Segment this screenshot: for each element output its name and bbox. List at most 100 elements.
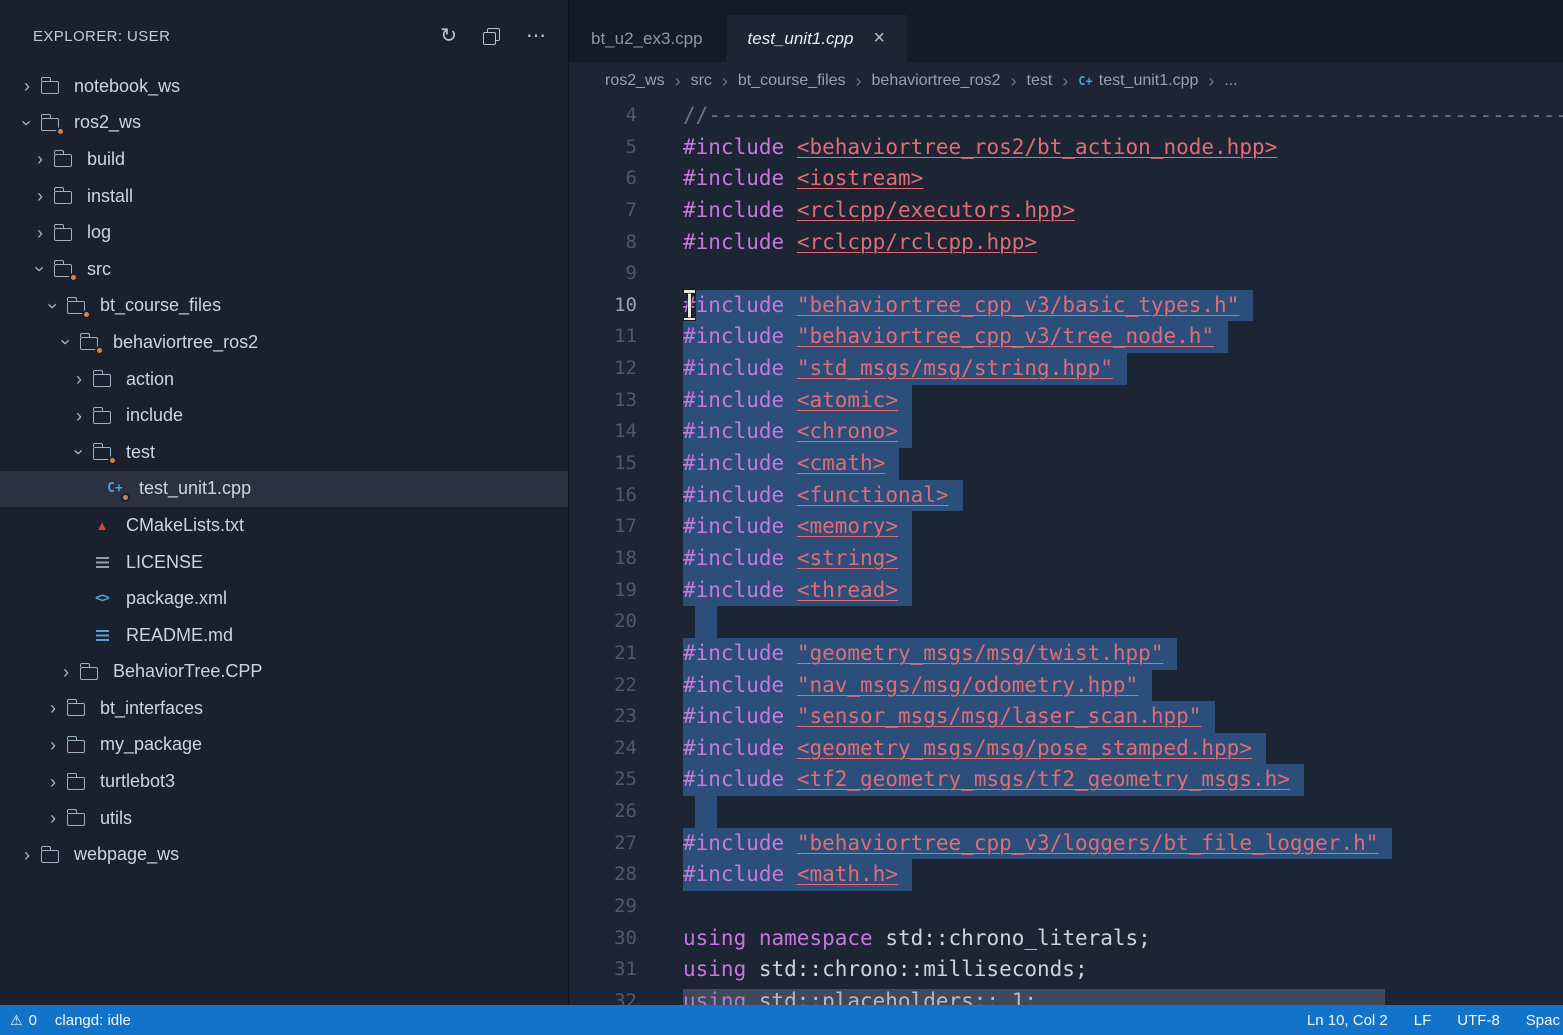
chevron-icon[interactable]: › — [44, 295, 62, 317]
code-token — [784, 511, 797, 543]
tree-item-test[interactable]: › test — [0, 434, 568, 471]
chevron-icon[interactable]: › — [29, 187, 51, 205]
line-number: 26 — [569, 796, 637, 828]
tree-item-behaviortree-cpp[interactable]: › BehaviorTree.CPP — [0, 654, 568, 691]
chevron-icon[interactable]: › — [68, 407, 90, 425]
chevron-icon[interactable]: › — [29, 224, 51, 242]
breadcrumb-item[interactable]: behaviortree_ros2 — [872, 72, 1001, 90]
selection-highlight: #include <tf2_geometry_msgs/tf2_geometry… — [683, 764, 1304, 796]
code-token: #include — [683, 321, 784, 353]
tree-item-src[interactable]: › src — [0, 251, 568, 288]
chevron-icon[interactable]: › — [16, 846, 38, 864]
code-token: "sensor_msgs/msg/laser_scan.hpp" — [797, 701, 1202, 733]
code-line: 4 //------------------------------------… — [569, 100, 1563, 132]
code-line: 21 #include "geometry_msgs/msg/twist.hpp… — [569, 638, 1563, 670]
clangd-status[interactable]: clangd: idle — [55, 1012, 131, 1029]
tree-item-label: include — [126, 405, 183, 426]
chevron-icon[interactable]: › — [57, 331, 75, 353]
tree-item-utils[interactable]: › utils — [0, 800, 568, 837]
tree-item-my-package[interactable]: › my_package — [0, 727, 568, 764]
more-actions-icon[interactable]: ⋯ — [526, 26, 546, 46]
folder-icon — [90, 368, 114, 390]
breadcrumb-item[interactable]: test — [1027, 72, 1053, 90]
tab-test-unit1-cpp[interactable]: test_unit1.cpp × — [726, 15, 908, 62]
code-token: std::chrono::milliseconds; — [746, 954, 1087, 986]
folder-icon — [38, 75, 62, 97]
chevron-icon[interactable]: › — [42, 699, 64, 717]
breadcrumb: ros2_ws›src›bt_course_files›behaviortree… — [569, 62, 1563, 100]
code-token: #include — [683, 828, 784, 860]
breadcrumb-item[interactable]: bt_course_files — [738, 72, 846, 90]
code-line: 25 #include <tf2_geometry_msgs/tf2_geome… — [569, 764, 1563, 796]
encoding-indicator[interactable]: UTF-8 — [1457, 1012, 1500, 1029]
chevron-icon[interactable]: › — [70, 441, 88, 463]
code-line: 27 #include "behaviortree_cpp_v3/loggers… — [569, 828, 1563, 860]
tree-item-label: package.xml — [126, 588, 227, 609]
tree-item-bt-course-files[interactable]: › bt_course_files — [0, 288, 568, 325]
tree-item-log[interactable]: › log — [0, 214, 568, 251]
breadcrumb-item[interactable]: C+test_unit1.cpp — [1078, 72, 1198, 90]
tree-item-install[interactable]: › install — [0, 178, 568, 215]
close-icon[interactable]: × — [873, 27, 885, 50]
folder-icon — [64, 807, 88, 829]
tree-item-cmakelists-txt[interactable]: ▲ CMakeLists.txt — [0, 507, 568, 544]
chevron-icon[interactable]: › — [42, 773, 64, 791]
tree-item-turtlebot3[interactable]: › turtlebot3 — [0, 763, 568, 800]
problems-status[interactable]: ⚠ 0 — [10, 1012, 37, 1029]
chevron-icon[interactable]: › — [42, 809, 64, 827]
indentation-indicator[interactable]: Spac — [1526, 1012, 1560, 1029]
tab-bt-u2-ex3-cpp[interactable]: bt_u2_ex3.cpp — [569, 15, 726, 62]
tree-item-label: bt_interfaces — [100, 698, 203, 719]
code-token: "std_msgs/msg/string.hpp" — [797, 353, 1113, 385]
line-number: 9 — [569, 258, 637, 290]
breadcrumb-item[interactable]: src — [691, 72, 712, 90]
code-token: #include — [683, 670, 784, 702]
code-line: 17 #include <memory> — [569, 511, 1563, 543]
cursor-position-indicator[interactable]: Ln 10, Col 2 — [1307, 1012, 1388, 1029]
code-editor[interactable]: 4 //------------------------------------… — [569, 100, 1563, 1005]
chevron-icon[interactable]: › — [55, 663, 77, 681]
tree-item-ros2-ws[interactable]: › ros2_ws — [0, 105, 568, 142]
license-file-icon — [90, 551, 114, 573]
tree-item-package-xml[interactable]: <> package.xml — [0, 580, 568, 617]
eol-indicator[interactable]: LF — [1414, 1012, 1432, 1029]
code-token — [784, 290, 797, 322]
line-text: #include "behaviortree_cpp_v3/loggers/bt… — [683, 828, 1392, 860]
line-text: #include <math.h> — [683, 859, 912, 891]
chevron-icon[interactable]: › — [31, 258, 49, 280]
tree-item-build[interactable]: › build — [0, 141, 568, 178]
line-number: 11 — [569, 321, 637, 353]
chevron-icon[interactable]: › — [42, 736, 64, 754]
tree-item-notebook-ws[interactable]: › notebook_ws — [0, 68, 568, 105]
chevron-icon[interactable]: › — [29, 150, 51, 168]
folder-icon-shape — [54, 154, 72, 167]
line-number: 20 — [569, 606, 637, 638]
tree-item-webpage-ws[interactable]: › webpage_ws — [0, 836, 568, 873]
chevron-icon[interactable]: › — [16, 77, 38, 95]
folder-icon-shape — [93, 374, 111, 387]
line-text: #include <geometry_msgs/msg/pose_stamped… — [683, 733, 1266, 765]
tree-item-license[interactable]: LICENSE — [0, 544, 568, 581]
breadcrumb-item[interactable]: ros2_ws — [605, 72, 665, 90]
horizontal-scrollbar[interactable] — [683, 989, 1385, 1005]
md-file-icon — [90, 624, 114, 646]
breadcrumb-item[interactable]: ... — [1224, 72, 1237, 90]
tree-item-readme-md[interactable]: README.md — [0, 617, 568, 654]
line-number: 29 — [569, 891, 637, 923]
tree-item-action[interactable]: › action — [0, 361, 568, 398]
workbench: EXPLORER: USER ↻ ⋯ › notebook_ws › ros2_… — [0, 0, 1563, 1005]
chevron-icon[interactable]: › — [68, 370, 90, 388]
code-token — [784, 701, 797, 733]
tree-item-behaviortree-ros2[interactable]: › behaviortree_ros2 — [0, 324, 568, 361]
tree-item-bt-interfaces[interactable]: › bt_interfaces — [0, 690, 568, 727]
folder-icon-shape — [93, 411, 111, 424]
refresh-icon[interactable]: ↻ — [440, 26, 457, 46]
chevron-icon[interactable]: › — [18, 112, 36, 134]
breadcrumb-label: ros2_ws — [605, 72, 665, 90]
tree-item-test-unit1-cpp[interactable]: C+ test_unit1.cpp — [0, 471, 568, 508]
folder-icon — [90, 441, 114, 463]
line-number: 27 — [569, 828, 637, 860]
tree-item-include[interactable]: › include — [0, 397, 568, 434]
line-number: 22 — [569, 670, 637, 702]
collapse-folders-icon[interactable] — [483, 28, 500, 45]
